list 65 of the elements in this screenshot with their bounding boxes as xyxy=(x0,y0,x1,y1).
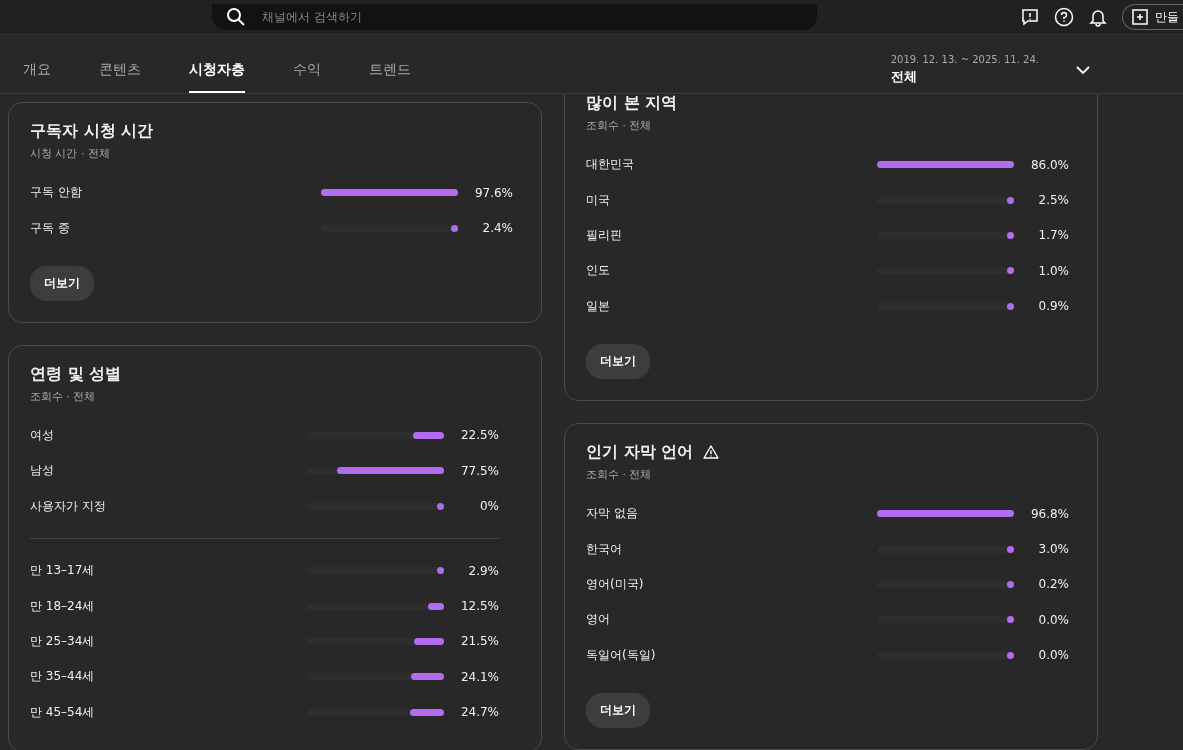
percent-value: 12.5% xyxy=(459,599,499,614)
card-title: 구독자 시청 시간 xyxy=(30,121,154,142)
percent-value: 96.8% xyxy=(1029,506,1069,521)
feedback-icon[interactable] xyxy=(1020,7,1040,27)
percent-value: 24.1% xyxy=(459,669,499,684)
row-label: 미국 xyxy=(586,191,611,209)
search-input[interactable]: 채널에서 검색하기 xyxy=(260,9,803,25)
date-range-label[interactable]: 전체 xyxy=(890,68,1039,86)
bell-icon[interactable] xyxy=(1088,7,1108,27)
percent-value: 2.9% xyxy=(467,563,499,578)
row-label: 한국어 xyxy=(586,540,623,558)
percent-value: 2.4% xyxy=(481,221,513,236)
row-label: 만 25–34세 xyxy=(30,632,96,650)
percent-value: 3.0% xyxy=(1037,542,1069,557)
percent-value: 77.5% xyxy=(459,463,499,478)
row-label: 일본 xyxy=(586,297,611,315)
row-label: 독일어(독일) xyxy=(586,646,657,664)
row-label: 인도 xyxy=(586,262,611,280)
show-more-button[interactable]: 더보기 xyxy=(586,692,650,728)
card-title: 인기 자막 언어 xyxy=(586,441,694,463)
search-field[interactable]: 채널에서 검색하기 xyxy=(212,4,817,30)
show-more-button[interactable]: 더보기 xyxy=(30,265,94,301)
plus-icon xyxy=(1131,7,1151,27)
row-label: 사용자가 지정 xyxy=(30,497,107,515)
tab[interactable]: 트렌드 xyxy=(369,61,411,93)
row-label: 만 18–24세 xyxy=(30,597,96,615)
percent-value: 21.5% xyxy=(459,634,499,649)
row-label: 만 45–54세 xyxy=(30,703,96,721)
row-label: 영어(미국) xyxy=(586,575,645,593)
percent-value: 0% xyxy=(478,499,499,514)
percent-value: 22.5% xyxy=(459,428,499,443)
help-icon[interactable] xyxy=(1054,7,1074,27)
percent-value: 2.5% xyxy=(1037,193,1069,208)
row-label: 구독 중 xyxy=(30,219,71,237)
row-label: 구독 안함 xyxy=(30,184,83,202)
card-subtitle: 시청 시간 · 전체 xyxy=(30,146,111,161)
percent-value: 1.0% xyxy=(1037,263,1069,278)
row-label: 남성 xyxy=(30,462,55,480)
percent-value: 24.7% xyxy=(459,705,499,720)
tab[interactable]: 콘텐츠 xyxy=(99,61,141,93)
percent-value: 0.0% xyxy=(1037,612,1069,627)
card-title: 많이 본 지역 xyxy=(586,94,678,114)
card-subtitle: 조회수 · 전체 xyxy=(586,118,653,133)
card-title: 연령 및 성별 xyxy=(30,363,122,385)
show-more-button[interactable]: 더보기 xyxy=(586,343,650,379)
search-icon xyxy=(226,7,246,27)
row-label: 영어 xyxy=(586,611,611,629)
row-label: 여성 xyxy=(30,426,55,444)
card-subtitle: 조회수 · 전체 xyxy=(586,466,653,482)
tab[interactable]: 개요 xyxy=(23,61,51,93)
tab[interactable]: 수익 xyxy=(293,61,321,93)
row-label: 대한민국 xyxy=(586,156,635,174)
row-label: 만 13–17세 xyxy=(30,562,96,580)
percent-value: 0.9% xyxy=(1037,299,1069,314)
row-label: 만 35–44세 xyxy=(30,668,96,686)
percent-value: 97.6% xyxy=(473,185,513,200)
percent-value: 86.0% xyxy=(1029,157,1069,172)
percent-value: 0.2% xyxy=(1037,577,1069,592)
percent-value: 0.0% xyxy=(1037,648,1069,663)
tab[interactable]: 시청자층 xyxy=(189,61,245,93)
percent-value: 1.7% xyxy=(1037,228,1069,243)
date-range: 2019. 12. 13. ~ 2025. 11. 24. xyxy=(890,54,1039,65)
row-label: 자막 없음 xyxy=(586,505,639,523)
row-label: 필리핀 xyxy=(586,226,623,244)
card-subtitle: 조회수 · 전체 xyxy=(30,388,97,404)
